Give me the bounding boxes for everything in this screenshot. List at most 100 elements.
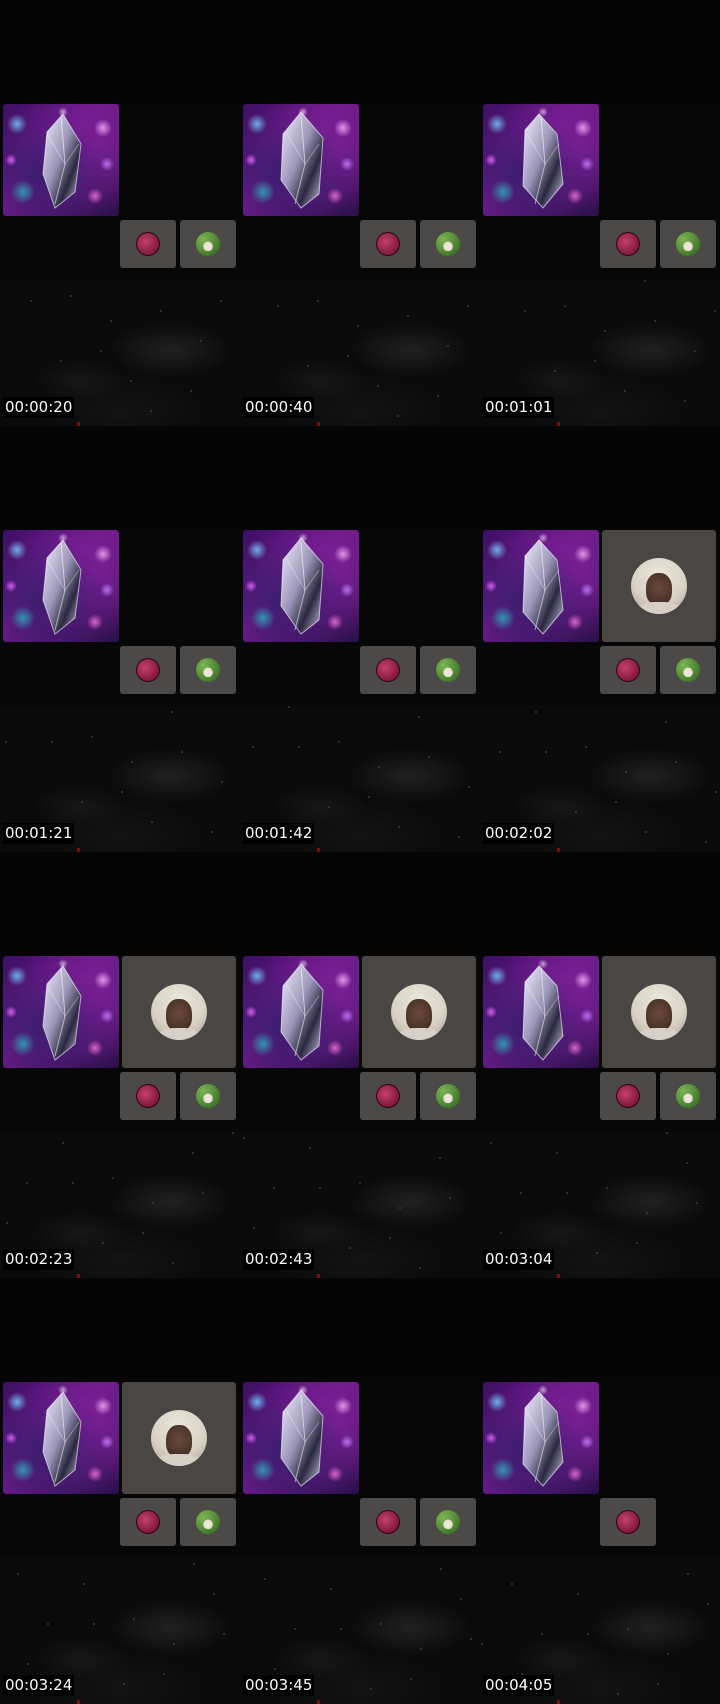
rose-avatar-icon	[136, 1084, 160, 1108]
crystal-video-tile[interactable]	[3, 956, 119, 1068]
participant-thumb-plant[interactable]	[420, 1498, 476, 1546]
ember-speck	[221, 781, 223, 783]
participant-thumb-plant[interactable]	[420, 220, 476, 268]
ember-speck	[232, 1132, 234, 1134]
crystal-icon	[280, 963, 324, 1061]
participant-video-tile[interactable]	[362, 956, 476, 1068]
participant-thumb-plant[interactable]	[420, 646, 476, 694]
participant-video-tile[interactable]	[122, 1382, 236, 1494]
crystal-video-tile[interactable]	[483, 956, 599, 1068]
ember-speck	[47, 1623, 49, 1625]
person-avatar-icon	[391, 984, 447, 1040]
crystal-icon	[280, 537, 324, 635]
ember-speck	[377, 385, 379, 387]
ember-speck	[192, 1152, 194, 1154]
participant-thumb-plant[interactable]	[180, 646, 236, 694]
ember-speck	[644, 280, 646, 282]
participant-thumb-rose[interactable]	[600, 646, 656, 694]
participant-thumb-rose[interactable]	[600, 220, 656, 268]
participant-thumb-plant[interactable]	[660, 220, 716, 268]
frame-background	[240, 852, 480, 956]
ember-speck	[380, 1623, 382, 1625]
ember-speck	[705, 841, 707, 843]
participant-thumb-plant[interactable]	[180, 1498, 236, 1546]
participant-video-tile[interactable]	[602, 530, 716, 642]
participant-thumb-rose[interactable]	[120, 220, 176, 268]
ember-speck	[511, 1583, 513, 1585]
ember-speck	[51, 741, 53, 743]
ember-speck	[418, 716, 420, 718]
ember-speck	[467, 305, 469, 307]
ember-speck	[499, 751, 501, 753]
ember-speck	[541, 1633, 543, 1635]
crystal-video-tile[interactable]	[483, 1382, 599, 1494]
participant-thumb-plant[interactable]	[180, 1072, 236, 1120]
ember-speck	[359, 1182, 361, 1184]
crystal-icon	[522, 1391, 564, 1487]
participant-thumb-plant[interactable]	[180, 220, 236, 268]
participant-thumb-rose[interactable]	[600, 1498, 656, 1546]
participant-video-tile[interactable]	[602, 956, 716, 1068]
participant-thumb-plant[interactable]	[420, 1072, 476, 1120]
frame-background	[480, 852, 720, 956]
plant-avatar-icon	[196, 658, 220, 682]
crystal-video-tile[interactable]	[3, 1382, 119, 1494]
crystal-video-tile[interactable]	[483, 530, 599, 642]
ember-speck	[172, 1262, 174, 1264]
crystal-video-tile[interactable]	[3, 104, 119, 216]
plant-avatar-icon	[196, 1084, 220, 1108]
frame-timestamp: 00:00:20	[3, 397, 75, 418]
participant-thumb-plant[interactable]	[660, 646, 716, 694]
participant-thumb-rose[interactable]	[360, 1498, 416, 1546]
participant-thumb-rose[interactable]	[120, 1072, 176, 1120]
ember-speck	[17, 1573, 19, 1575]
frame-background	[480, 0, 720, 104]
ember-speck	[566, 1192, 568, 1194]
ember-speck	[556, 1152, 558, 1154]
participant-thumb-rose[interactable]	[360, 646, 416, 694]
crystal-video-tile[interactable]	[3, 530, 119, 642]
frame-background	[0, 426, 240, 530]
ember-speck	[100, 350, 102, 352]
participant-thumb-rose[interactable]	[360, 1072, 416, 1120]
ember-speck	[27, 1663, 29, 1665]
participant-thumb-rose[interactable]	[360, 220, 416, 268]
video-frame: 00:01:01	[480, 0, 720, 426]
crystal-video-tile[interactable]	[483, 104, 599, 216]
crystal-video-tile[interactable]	[243, 956, 359, 1068]
ember-speck	[62, 1142, 64, 1144]
ember-speck	[449, 1197, 451, 1199]
ember-speck	[389, 1237, 391, 1239]
frame-background	[480, 426, 720, 530]
frame-background	[240, 426, 480, 530]
ember-speck	[171, 711, 173, 713]
participant-thumb-rose[interactable]	[120, 646, 176, 694]
plant-avatar-icon	[436, 658, 460, 682]
ember-speck	[437, 395, 439, 397]
participant-thumb-rose[interactable]	[600, 1072, 656, 1120]
participant-video-tile[interactable]	[122, 956, 236, 1068]
crystal-video-tile[interactable]	[243, 530, 359, 642]
video-frame: 00:01:21	[0, 426, 240, 852]
ember-speck	[277, 305, 279, 307]
ember-speck	[604, 330, 606, 332]
ember-speck	[585, 746, 587, 748]
video-frame: 00:02:43	[240, 852, 480, 1278]
participant-thumb-plant[interactable]	[660, 1072, 716, 1120]
rose-avatar-icon	[376, 1510, 400, 1534]
ember-speck	[594, 360, 596, 362]
ember-speck	[253, 1227, 255, 1229]
crystal-video-tile[interactable]	[243, 104, 359, 216]
ember-speck	[714, 310, 716, 312]
ember-speck	[564, 305, 566, 307]
ember-speck	[152, 1202, 154, 1204]
ember-speck	[636, 1242, 638, 1244]
ember-speck	[91, 736, 93, 738]
frame-timestamp: 00:00:40	[243, 397, 315, 418]
ember-speck	[646, 1212, 648, 1214]
crystal-video-tile[interactable]	[243, 1382, 359, 1494]
ember-speck	[163, 1673, 165, 1675]
rose-avatar-icon	[376, 658, 400, 682]
participant-thumb-rose[interactable]	[120, 1498, 176, 1546]
crystal-icon	[42, 1391, 82, 1487]
